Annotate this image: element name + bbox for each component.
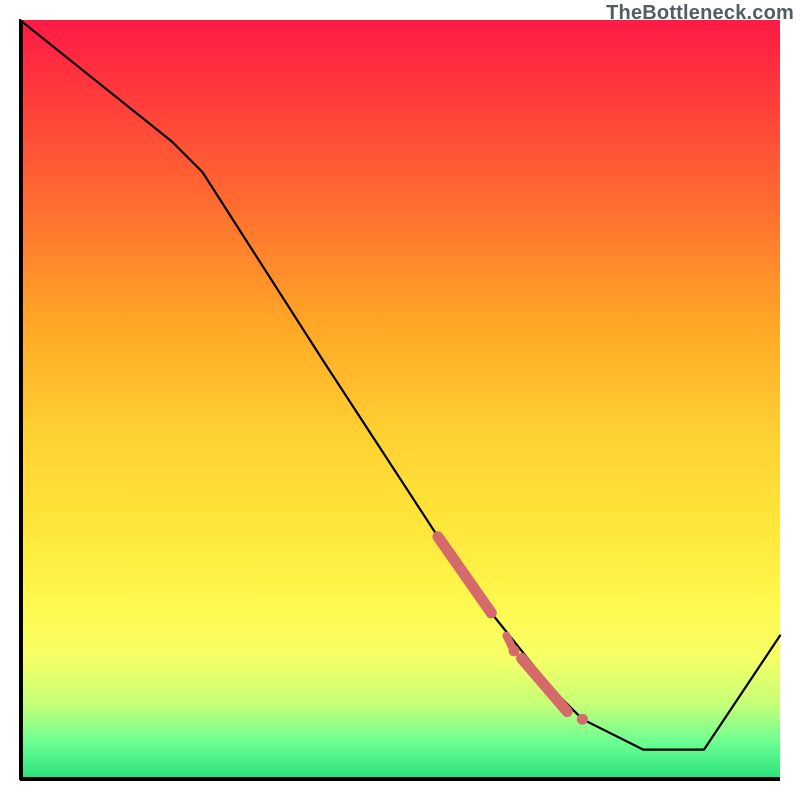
highlight-segment bbox=[522, 658, 568, 711]
y-axis bbox=[19, 20, 23, 780]
highlight-point bbox=[509, 645, 520, 656]
x-axis bbox=[20, 777, 780, 781]
highlight-segment bbox=[438, 537, 491, 613]
highlight-point bbox=[486, 607, 497, 618]
highlight-layer bbox=[438, 537, 588, 725]
plot-area bbox=[20, 20, 780, 780]
bottleneck-curve bbox=[20, 20, 780, 750]
highlight-point bbox=[577, 714, 588, 725]
chart-container: TheBottleneck.com bbox=[0, 0, 800, 800]
chart-svg bbox=[20, 20, 780, 780]
